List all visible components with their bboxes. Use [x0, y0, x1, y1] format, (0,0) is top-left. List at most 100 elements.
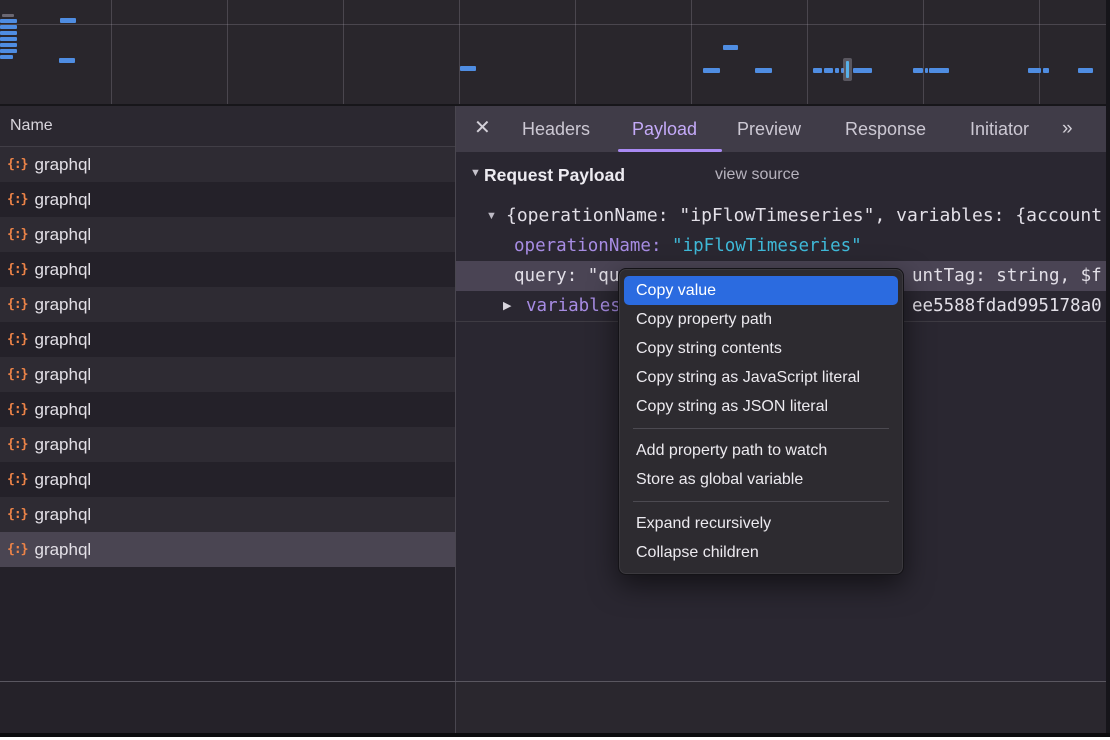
menu-item-copy-string-as-json-literal[interactable]: Copy string as JSON literal: [619, 392, 903, 421]
name-column-header[interactable]: Name: [0, 106, 455, 147]
request-name: graphql: [34, 400, 91, 420]
tab-headers[interactable]: Headers: [522, 106, 590, 152]
tab-initiator[interactable]: Initiator: [970, 106, 1029, 152]
json-braces-icon: {:}: [7, 227, 27, 242]
section-title: Request Payload: [484, 160, 625, 190]
grid-line: [575, 0, 576, 104]
section-collapse-icon[interactable]: ▼: [470, 167, 481, 179]
request-name: graphql: [34, 365, 91, 385]
status-bar-left: [0, 682, 455, 733]
devtools-screen: Name {:} graphql {:} graphql {:} graphql {:} gr…: [0, 0, 1106, 733]
window-right-edge: [1106, 0, 1110, 733]
request-timing-bar: [824, 68, 833, 73]
request-name: graphql: [34, 295, 91, 315]
menu-item-copy-string-as-javascript-literal[interactable]: Copy string as JavaScript literal: [619, 363, 903, 392]
request-name: graphql: [34, 435, 91, 455]
close-icon[interactable]: ✕: [474, 106, 491, 152]
menu-item-collapse-children[interactable]: Collapse children: [619, 538, 903, 567]
request-timing-bar: [835, 68, 839, 73]
request-timing-bar: [0, 55, 13, 59]
context-menu: Copy valueCopy property pathCopy string …: [618, 268, 904, 575]
menu-separator: [633, 428, 889, 429]
request-row[interactable]: {:} graphql: [0, 427, 455, 462]
request-row[interactable]: {:} graphql: [0, 357, 455, 392]
request-name: graphql: [34, 470, 91, 490]
grid-line: [691, 0, 692, 104]
request-row[interactable]: {:} graphql: [0, 287, 455, 322]
property-key: variables: [526, 291, 621, 321]
timeline-marker-core: [846, 61, 849, 78]
request-row[interactable]: {:}graphql: [0, 497, 455, 532]
tab-response[interactable]: Response: [845, 106, 926, 152]
request-timing-bar: [853, 68, 872, 73]
timeline-marker: [843, 58, 852, 81]
request-timing-bar: [0, 43, 17, 47]
tab-payload[interactable]: Payload: [632, 106, 697, 152]
request-name: graphql: [34, 330, 91, 350]
json-braces-icon: {:}: [7, 332, 27, 347]
request-row[interactable]: {:} graphql: [0, 147, 455, 182]
view-source-link[interactable]: view source: [715, 160, 799, 190]
request-timing-bar: [59, 58, 75, 63]
menu-separator: [633, 501, 889, 502]
menu-item-copy-property-path[interactable]: Copy property path: [619, 305, 903, 334]
request-timing-bar: [0, 31, 17, 35]
payload-summary: {operationName: "ipFlowTimeseries", vari…: [506, 201, 1102, 231]
request-timing-bar: [755, 68, 772, 73]
payload-root-row[interactable]: ▼ {operationName: "ipFlowTimeseries", var…: [456, 201, 1106, 231]
request-row[interactable]: {:} graphql: [0, 532, 455, 567]
request-timing-bar: [813, 68, 822, 73]
devtools-network-panel: Name {:} graphql {:} graphql {:} graphql {:} gr…: [0, 0, 1110, 740]
request-name: graphql: [34, 540, 91, 560]
request-timing-bar: [723, 45, 738, 50]
grid-line: [343, 0, 344, 104]
request-row[interactable]: {:} graphql: [0, 182, 455, 217]
request-name: graphql: [34, 225, 91, 245]
json-braces-icon: {:}: [7, 367, 27, 382]
grid-line: [923, 0, 924, 104]
json-braces-icon: {:}: [7, 157, 27, 172]
collapse-icon[interactable]: ▼: [486, 201, 497, 231]
json-braces-icon: {:}: [7, 262, 27, 277]
status-bar-right: [456, 682, 1106, 733]
json-braces-icon: {:}: [7, 192, 27, 207]
request-row[interactable]: {:} graphql: [0, 322, 455, 357]
menu-item-store-as-global-variable[interactable]: Store as global variable: [619, 465, 903, 494]
request-timing-bar: [1043, 68, 1049, 73]
property-key: query: [514, 266, 567, 286]
window-bottom-edge: [0, 733, 1110, 737]
request-row[interactable]: {:} graphql: [0, 252, 455, 287]
menu-item-copy-value[interactable]: Copy value: [624, 276, 898, 305]
request-name: graphql: [34, 260, 91, 280]
request-timing-bar: [0, 37, 17, 41]
panel-splitter[interactable]: [455, 106, 456, 733]
request-name: graphql: [34, 155, 91, 175]
property-value: "ipFlowTimeseries": [672, 236, 862, 256]
grid-line: [807, 0, 808, 104]
request-row[interactable]: {:}graphql: [0, 392, 455, 427]
network-overview-timeline[interactable]: [0, 0, 1106, 106]
json-braces-icon: {:}: [7, 542, 27, 557]
payload-row-operationName[interactable]: operationName: "ipFlowTimeseries": [456, 231, 1106, 261]
grid-line: [111, 0, 112, 104]
request-row[interactable]: {:} graphql: [0, 462, 455, 497]
menu-item-expand-recursively[interactable]: Expand recursively: [619, 509, 903, 538]
request-timing-bar: [2, 14, 14, 17]
menu-item-copy-string-contents[interactable]: Copy string contents: [619, 334, 903, 363]
grid-line: [227, 0, 228, 104]
request-timing-bar: [925, 68, 928, 73]
json-braces-icon: {:}: [7, 437, 27, 452]
request-name: graphql: [34, 190, 91, 210]
json-braces-icon: {:}: [7, 297, 27, 312]
request-row[interactable]: {:} graphql: [0, 217, 455, 252]
request-timing-bar: [703, 68, 720, 73]
expand-icon[interactable]: ▶: [503, 291, 511, 321]
menu-item-add-property-path-to-watch[interactable]: Add property path to watch: [619, 436, 903, 465]
more-tabs-icon[interactable]: »: [1062, 106, 1071, 152]
details-tabbar: ✕ Headers Payload Preview Response Initiator…: [456, 106, 1106, 152]
json-braces-icon: {:}: [7, 472, 27, 487]
request-timing-bar: [460, 66, 476, 71]
json-braces-icon: {:}: [7, 507, 27, 522]
tab-preview[interactable]: Preview: [737, 106, 801, 152]
request-timing-bar: [0, 25, 17, 29]
